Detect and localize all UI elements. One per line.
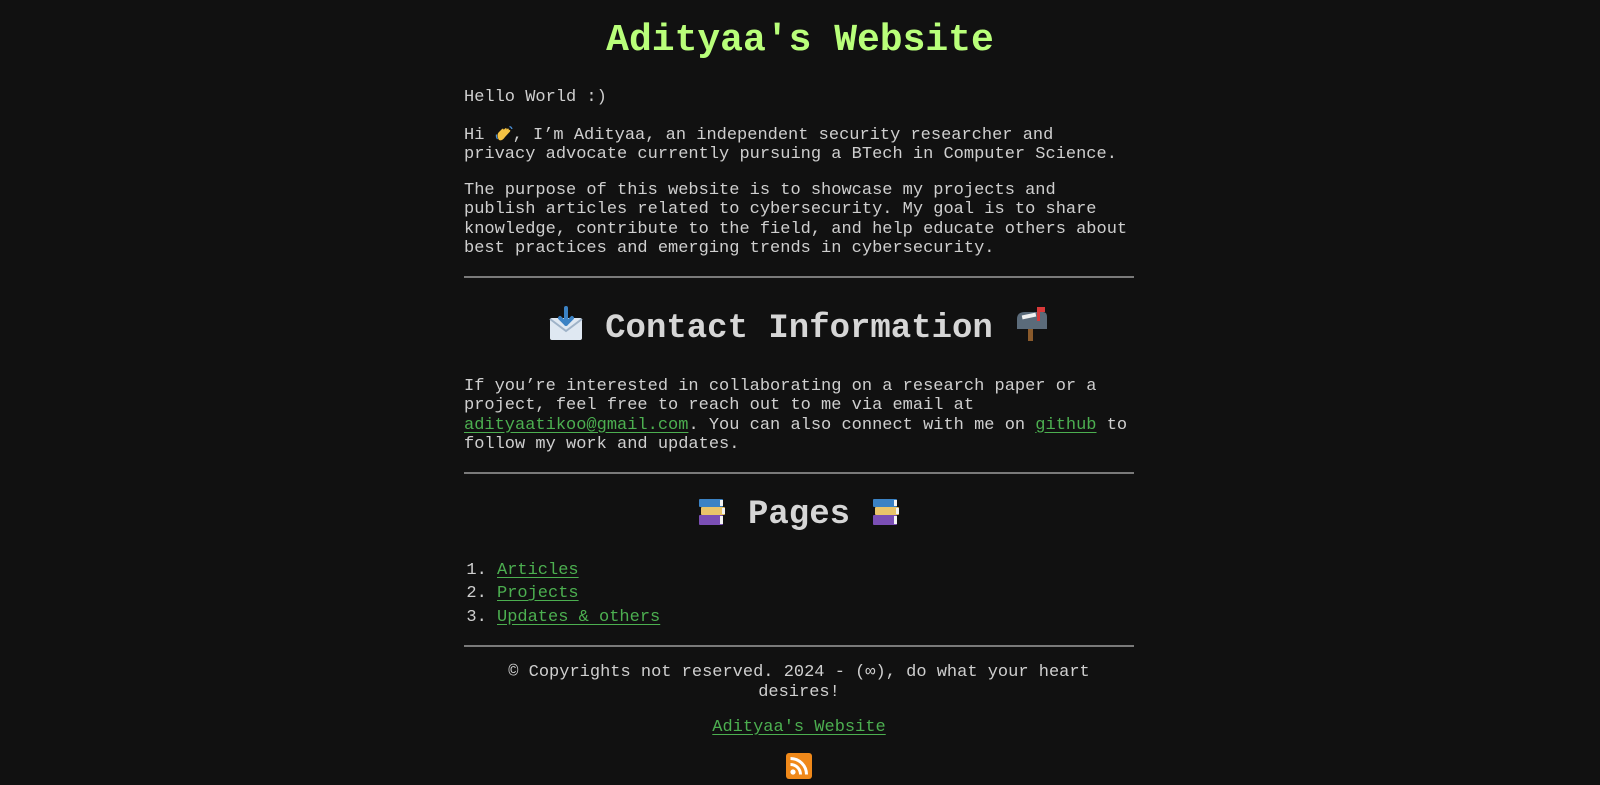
contact-heading-text: Contact Information [605,310,993,348]
github-link[interactable]: github [1035,416,1096,435]
pages-heading-text: Pages [748,496,850,534]
main-content: Hello World :) Hi , I’m Adityaa, an inde… [464,88,1134,785]
mailbox-icon [1013,305,1051,343]
updates-link[interactable]: Updates & others [497,608,660,627]
contact-paragraph: If you’re interested in collaborating on… [464,377,1134,455]
site-title: Adityaa's Website [0,18,1600,64]
list-item: Projects [497,582,1134,606]
pages-heading: Pages [464,495,1134,535]
footer-site-link[interactable]: Adityaa's Website [712,718,885,737]
email-link[interactable]: adityaatikoo@gmail.com [464,416,688,435]
list-item: Articles [497,559,1134,583]
contact-text-2: . You can also connect with me on [688,416,1035,435]
rss-row [464,753,1134,785]
contact-heading: Contact Information [464,305,1134,349]
list-item: Updates & others [497,606,1134,630]
intro-text: , I’m Adityaa, an independent security r… [464,126,1117,165]
divider [464,645,1134,647]
footer-site-link-row: Adityaa's Website [464,718,1134,738]
intro-paragraph: Hi , I’m Adityaa, an independent securit… [464,125,1134,165]
projects-link[interactable]: Projects [497,584,579,603]
pages-list: Articles Projects Updates & others [464,559,1134,630]
hi-prefix: Hi [464,126,484,145]
waving-hand-icon [495,125,513,143]
hello-text: Hello World :) [464,88,1134,108]
contact-text-1: If you’re interested in collaborating on… [464,377,1097,416]
books-icon [870,496,902,528]
books-icon [696,496,728,528]
copyright-text: © Copyrights not reserved. 2024 - (∞), d… [464,663,1134,702]
purpose-paragraph: The purpose of this website is to showca… [464,181,1134,259]
envelope-with-arrow-icon [547,305,585,343]
rss-icon[interactable] [786,753,812,779]
divider [464,276,1134,278]
articles-link[interactable]: Articles [497,561,579,580]
divider [464,472,1134,474]
